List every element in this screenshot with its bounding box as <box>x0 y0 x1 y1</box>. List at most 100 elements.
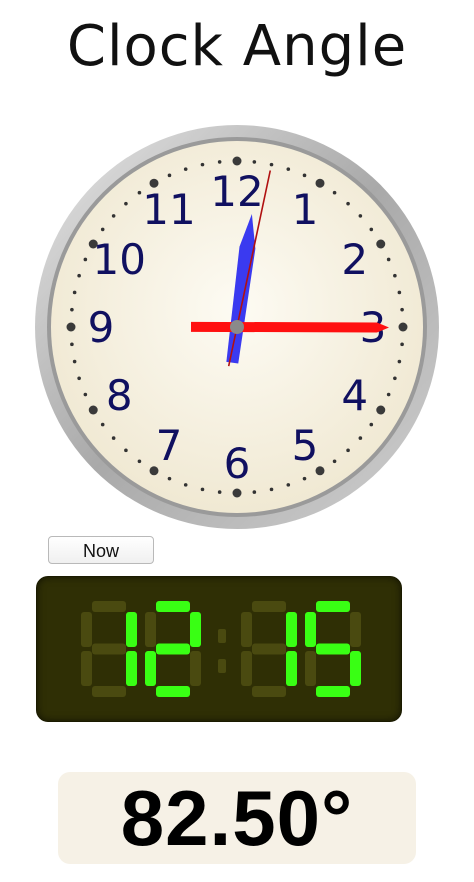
segment-b <box>350 612 361 647</box>
clock-hub <box>230 320 244 334</box>
minute-tick <box>100 227 105 232</box>
minute-tick <box>386 257 391 262</box>
digital-clock-display: 12 15 <box>36 576 402 722</box>
digital-digits <box>81 601 361 697</box>
minute-tick <box>83 392 88 397</box>
segment-c <box>190 651 201 686</box>
minute-tick <box>269 162 274 167</box>
numeral-1: 1 <box>292 185 319 234</box>
numeral-10: 10 <box>92 235 145 284</box>
minute-tick <box>167 173 172 178</box>
numeral-12: 12 <box>210 167 263 216</box>
minute-tick <box>386 392 391 397</box>
minute-tick <box>302 173 307 178</box>
segment-g <box>252 643 286 655</box>
segment-d <box>92 686 126 697</box>
minute-tick <box>358 214 363 218</box>
minute-tick <box>217 160 222 164</box>
minute-tick <box>137 190 142 195</box>
segment-e <box>145 651 156 686</box>
minute-tick <box>346 448 350 453</box>
colon-dot <box>218 629 226 643</box>
segment-e <box>305 651 316 686</box>
numeral-5: 5 <box>292 421 319 470</box>
segment-c <box>126 651 137 686</box>
segment-a <box>156 601 190 612</box>
segment-d <box>156 686 190 697</box>
minute-tick <box>70 342 74 347</box>
minute-tick <box>397 290 402 295</box>
minute-tick <box>200 487 205 492</box>
minute-tick <box>369 227 374 232</box>
minute-tick <box>269 487 274 492</box>
segment-c <box>286 651 297 686</box>
segment-a <box>92 601 126 612</box>
segment-d <box>252 686 286 697</box>
minute-tick <box>111 436 116 440</box>
segment-f <box>81 612 92 647</box>
segment-b <box>190 612 201 647</box>
segment-f <box>145 612 156 647</box>
segment-a <box>316 601 350 612</box>
minute-tick <box>346 201 350 206</box>
minute-tick <box>183 483 188 487</box>
minute-tick <box>72 359 77 364</box>
minute-tick <box>77 273 81 278</box>
minute-tick <box>393 273 397 278</box>
hour-tick <box>232 488 242 498</box>
hour-tick <box>376 239 386 249</box>
angle-readout-box: 82.50° <box>58 772 416 864</box>
minute-tick <box>397 359 402 364</box>
minute-tick <box>100 422 105 427</box>
minute-tick <box>302 476 307 481</box>
minute-tick <box>167 476 172 481</box>
minute-tick <box>252 160 257 164</box>
minute-tick <box>369 422 374 427</box>
minute-tick <box>217 490 222 494</box>
segment-f <box>241 612 252 647</box>
minute-tick <box>332 190 337 195</box>
now-button[interactable]: Now <box>48 536 154 564</box>
minute-tick <box>124 448 128 453</box>
minute-tick <box>358 436 363 440</box>
segment-d <box>316 686 350 697</box>
numeral-8: 8 <box>106 371 133 420</box>
numeral-11: 11 <box>142 185 195 234</box>
segment-e <box>241 651 252 686</box>
segment-b <box>286 612 297 647</box>
segment-e <box>81 651 92 686</box>
analog-clock[interactable]: 121234567891011 <box>34 124 440 530</box>
angle-value: 82.50° <box>120 774 354 862</box>
numeral-6: 6 <box>224 439 251 488</box>
numeral-2: 2 <box>341 235 368 284</box>
segment-f <box>305 612 316 647</box>
segment-g <box>156 643 190 655</box>
segment-g <box>316 643 350 655</box>
page-title: Clock Angle <box>66 14 408 79</box>
minute-tick <box>286 483 291 487</box>
minute-tick <box>77 376 81 381</box>
segment-g <box>92 643 126 655</box>
colon-dot <box>218 659 226 673</box>
hour-tick <box>88 405 98 415</box>
numeral-9: 9 <box>88 303 115 352</box>
hour-tick <box>398 322 408 332</box>
minute-tick <box>400 307 404 312</box>
hour-tick <box>232 156 242 166</box>
minute-tick <box>111 214 116 218</box>
minute-tick <box>124 201 128 206</box>
numeral-7: 7 <box>156 421 183 470</box>
minute-tick <box>286 167 291 171</box>
minute-tick <box>72 290 77 295</box>
numeral-4: 4 <box>341 371 368 420</box>
minute-tick <box>183 167 188 171</box>
segment-b <box>126 612 137 647</box>
minute-hand <box>190 321 389 333</box>
minute-tick <box>252 490 257 494</box>
minute-tick <box>200 162 205 167</box>
minute-tick <box>70 307 74 312</box>
segment-a <box>252 601 286 612</box>
minute-tick <box>83 257 88 262</box>
minute-tick <box>332 459 337 464</box>
minute-tick <box>400 342 404 347</box>
